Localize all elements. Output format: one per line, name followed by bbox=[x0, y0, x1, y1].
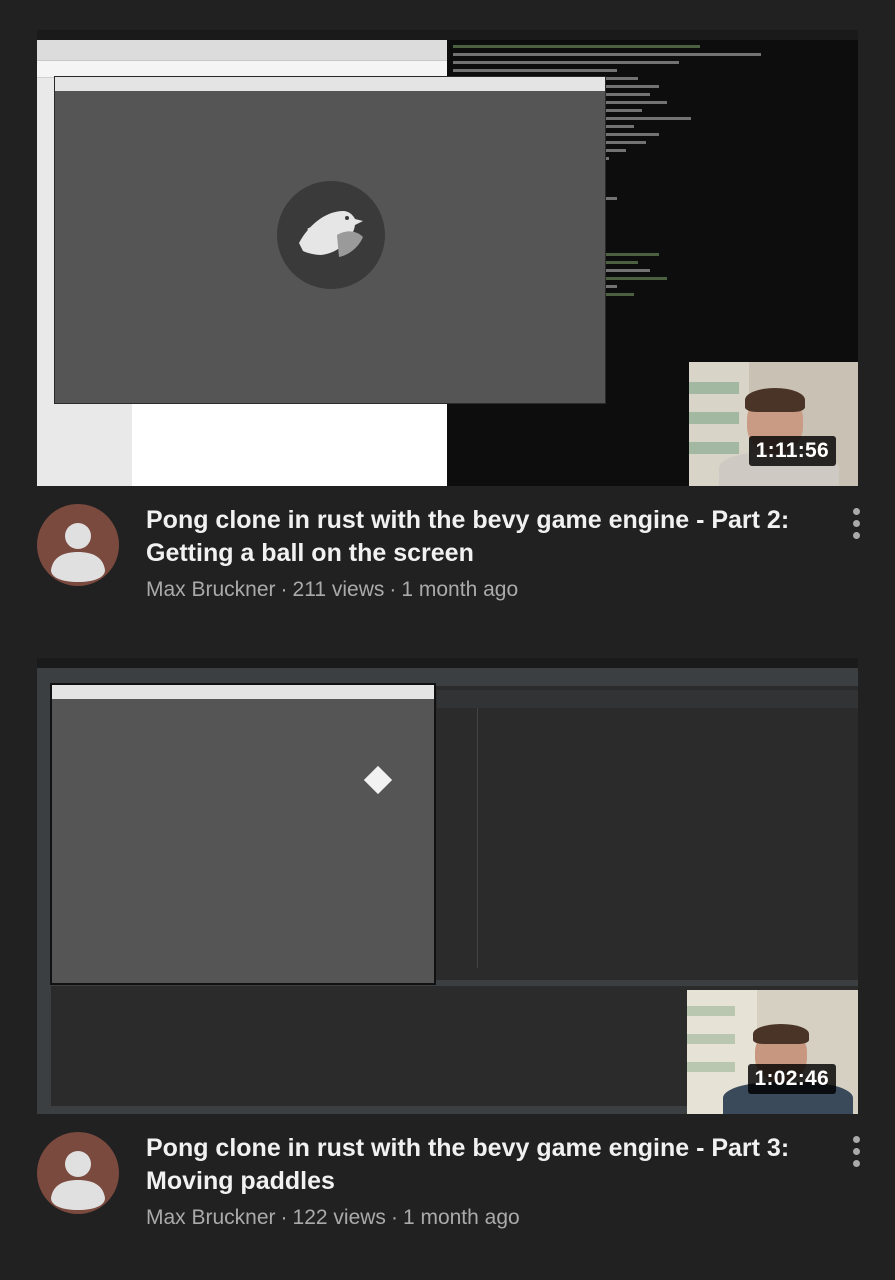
video-byline: Max Bruckner · 211 views · 1 month ago bbox=[146, 578, 518, 602]
default-person-icon bbox=[51, 523, 105, 582]
duration-badge: 1:02:46 bbox=[747, 1064, 836, 1094]
pong-ball-icon bbox=[363, 765, 393, 795]
webcam-overlay bbox=[687, 990, 858, 1114]
separator: · bbox=[390, 1206, 398, 1229]
video-title[interactable]: Pong clone in rust with the bevy game en… bbox=[146, 504, 816, 570]
upload-age: 1 month ago bbox=[402, 1206, 520, 1229]
channel-avatar[interactable] bbox=[37, 1132, 119, 1214]
webcam-overlay bbox=[689, 362, 858, 486]
video-thumbnail[interactable]: 1:11:56 bbox=[37, 30, 858, 486]
separator: · bbox=[280, 1206, 288, 1229]
channel-avatar[interactable] bbox=[37, 504, 119, 586]
bevy-app-window bbox=[52, 685, 434, 983]
bevy-logo-icon bbox=[277, 181, 385, 289]
default-person-icon bbox=[51, 1151, 105, 1210]
view-count: 211 views bbox=[292, 578, 385, 601]
thumbnail-desktop-topbar bbox=[37, 30, 858, 40]
thumbnail-desktop-topbar bbox=[37, 658, 858, 668]
video-feed: 1:11:56 Pong clone in rust with the bevy… bbox=[0, 0, 895, 1280]
video-meta: Pong clone in rust with the bevy game en… bbox=[0, 504, 895, 614]
bevy-app-window bbox=[55, 77, 605, 403]
separator: · bbox=[280, 578, 288, 601]
thumbnail-blank-area bbox=[132, 402, 452, 486]
video-byline: Max Bruckner · 122 views · 1 month ago bbox=[146, 1206, 520, 1230]
view-count: 122 views bbox=[292, 1206, 386, 1229]
video-thumbnail[interactable]: 1:02:46 bbox=[37, 658, 858, 1114]
duration-badge: 1:11:56 bbox=[748, 436, 836, 466]
video-title[interactable]: Pong clone in rust with the bevy game en… bbox=[146, 1132, 816, 1198]
video-meta: Pong clone in rust with the bevy game en… bbox=[0, 1132, 895, 1242]
separator: · bbox=[389, 578, 397, 601]
upload-age: 1 month ago bbox=[401, 578, 519, 601]
more-vertical-icon[interactable] bbox=[844, 508, 868, 548]
channel-name[interactable]: Max Bruckner bbox=[146, 578, 276, 601]
channel-name[interactable]: Max Bruckner bbox=[146, 1206, 276, 1229]
more-vertical-icon[interactable] bbox=[844, 1136, 868, 1176]
